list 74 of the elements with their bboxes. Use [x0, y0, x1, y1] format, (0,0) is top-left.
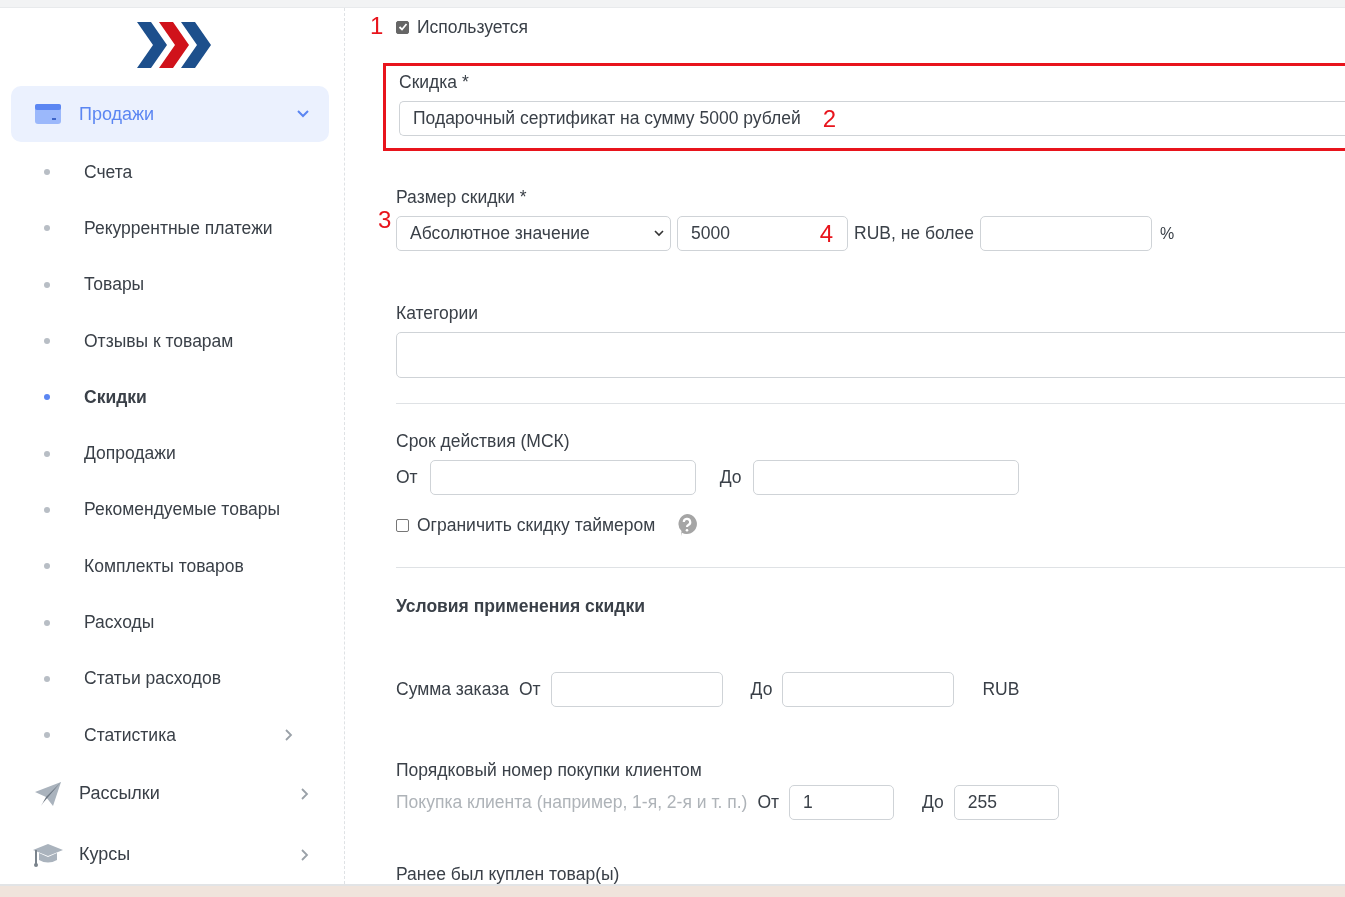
sidebar-item[interactable]: Рекомендуемые товары: [11, 481, 329, 539]
chevron-right-icon: [285, 729, 293, 742]
bullet-icon: [44, 338, 50, 345]
sidebar-item[interactable]: Товары: [11, 256, 329, 313]
chevron-down-icon: [297, 110, 309, 118]
input-field[interactable]: 1: [789, 785, 894, 820]
bullet-icon: [44, 169, 50, 176]
field-label: До: [719, 467, 742, 488]
input-field[interactable]: [396, 332, 1345, 378]
bullet-icon: [44, 450, 50, 457]
sidebar-section[interactable]: Курсы: [11, 824, 329, 884]
sidebar-item[interactable]: Статьи расходов: [11, 650, 329, 707]
annotation-number: 1: [370, 12, 384, 40]
sidebar-item[interactable]: Расходы: [11, 594, 329, 651]
graduation-cap-icon: [33, 841, 63, 868]
input-field[interactable]: 5000 4: [677, 216, 848, 251]
field-label: Ранее был куплен товар(ы): [396, 864, 621, 884]
date-field[interactable]: [753, 460, 1020, 495]
field-label: Категории: [396, 303, 480, 324]
sidebar-item[interactable]: Отзывы к товарам: [11, 312, 329, 370]
select-dropdown[interactable]: Абсолютное значение: [396, 216, 671, 251]
field-label: До: [922, 792, 944, 813]
bullet-icon: [44, 563, 50, 570]
section-label: Курсы: [79, 844, 132, 866]
field-label: От: [518, 679, 541, 700]
bullet-icon: [44, 506, 50, 513]
annotation-number: 3: [378, 206, 392, 234]
input-field[interactable]: [782, 672, 955, 707]
field-label: Порядковый номер покупки клиентом: [396, 760, 703, 781]
field-label: От: [396, 467, 418, 488]
sidebar-item[interactable]: Статистика: [11, 706, 329, 764]
checkbox-label: Ограничить скидку таймером: [417, 514, 656, 536]
checkbox-label: Используется: [417, 16, 529, 38]
sidebar-item[interactable]: Счета: [11, 144, 329, 201]
unit-label: RUB, не более: [854, 223, 974, 244]
field-label: От: [757, 792, 779, 813]
section-heading: Условия применения скидки: [396, 596, 646, 617]
bullet-icon: [44, 732, 50, 739]
annotation-number: 4: [819, 219, 833, 248]
card-icon: [33, 104, 63, 124]
bullet-icon: [44, 394, 50, 401]
checkbox[interactable]: [396, 20, 409, 34]
sidebar-section[interactable]: Рассылки: [11, 763, 329, 825]
unit-label: %: [1160, 224, 1175, 243]
sidebar-item[interactable]: Комплекты товаров: [11, 538, 329, 595]
field-label: Сумма заказа: [396, 679, 509, 700]
annotation-number: 2: [822, 104, 837, 133]
section-label: Рассылки: [79, 783, 161, 805]
sidebar-item[interactable]: Скидки: [11, 369, 329, 426]
bullet-icon: [44, 225, 50, 232]
sidebar-item[interactable]: Рекуррентные платежи: [11, 200, 329, 257]
bullet-icon: [44, 675, 50, 682]
logo-icon: [137, 22, 213, 68]
chevron-right-icon: [301, 848, 309, 861]
sidebar-item[interactable]: Допродажи: [11, 425, 329, 482]
bullet-icon: [44, 619, 50, 626]
field-label: Срок действия (МСК): [396, 431, 571, 452]
checkbox[interactable]: [396, 518, 409, 532]
input-field[interactable]: Подарочный сертификат на сумму 5000 рублей 2: [399, 101, 1345, 136]
help-icon[interactable]: [675, 513, 700, 537]
date-field[interactable]: [429, 460, 696, 495]
bullet-icon: [44, 281, 50, 288]
input-field[interactable]: 255: [953, 785, 1059, 820]
unit-label: RUB: [982, 679, 1020, 700]
chevron-down-icon: [654, 230, 664, 237]
chevron-right-icon: [301, 787, 309, 800]
section-label: Продажи: [79, 103, 156, 125]
field-label: Скидка *: [399, 72, 470, 93]
hint-text: Покупка клиента (например, 1-я, 2-я и т. п.): [396, 792, 748, 813]
field-label: Размер скидки *: [396, 187, 528, 208]
input-field[interactable]: [980, 216, 1152, 251]
paper-plane-icon: [33, 781, 63, 806]
field-label: До: [750, 679, 773, 700]
input-field[interactable]: [550, 672, 723, 707]
